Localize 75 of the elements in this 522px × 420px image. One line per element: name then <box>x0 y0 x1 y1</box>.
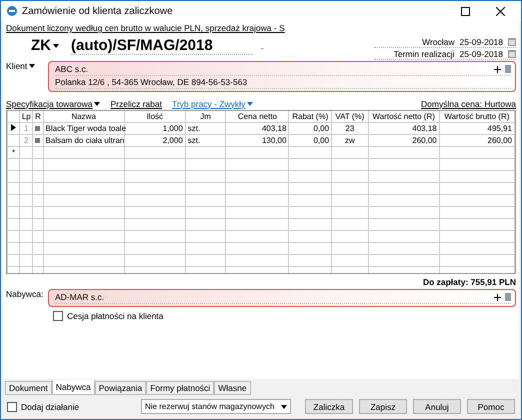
checkbox[interactable] <box>53 311 63 321</box>
document-type-dropdown[interactable]: ZK <box>31 37 59 54</box>
column-header[interactable]: R <box>32 111 44 122</box>
tab[interactable]: Własne <box>214 381 251 395</box>
default-price-link[interactable]: Domyślna cena: Hurtowa <box>421 98 516 108</box>
table-cell: 0,00 <box>288 134 332 146</box>
square-icon <box>35 126 40 131</box>
date-label: Termin realizacji <box>394 49 455 59</box>
table-cell: Balsam do ciała ultran <box>43 134 124 146</box>
column-header[interactable]: Rabat (%) <box>288 111 332 122</box>
separator-text: - <box>260 43 264 53</box>
recalculate-link[interactable]: Przelicz rabat <box>110 98 162 108</box>
new-row-marker: * <box>8 146 20 158</box>
caret-icon <box>94 102 100 106</box>
total-amount: Do zapłaty: 755,91 PLN <box>422 277 516 287</box>
table-cell: 260,00 <box>439 134 514 146</box>
action-button[interactable]: Zapisz <box>359 399 407 414</box>
table-cell: 130,00 <box>226 134 289 146</box>
table-cell: 403,18 <box>226 122 289 134</box>
table-cell: 2,000 <box>124 134 186 146</box>
client-address: Polanka 12/6 , 54-365 Wrocław, DE 894-56-53-563 <box>55 77 248 87</box>
tab[interactable]: Powiązania <box>94 381 146 395</box>
checkbox-label: Cesja płatności na klienta <box>67 311 164 321</box>
date-field[interactable]: 25-09-2018 <box>460 49 503 59</box>
buyer-dropdown[interactable]: Nabywca: <box>6 289 44 299</box>
column-header[interactable]: VAT (%) <box>332 111 368 122</box>
table-cell: 260,00 <box>368 134 440 146</box>
table-cell: 495,91 <box>439 122 514 134</box>
caret-icon <box>29 64 36 68</box>
reservation-dropdown[interactable]: Nie rezerwuj stanów magazynowych <box>141 399 291 414</box>
table-cell: 1 <box>20 122 33 134</box>
caret-icon <box>53 44 59 48</box>
document-info-link[interactable]: Dokument liczony według cen brutto w walucie PLN, sprzedaż krajowa - S <box>6 23 285 33</box>
action-button[interactable]: Pomoc <box>467 399 515 414</box>
table-cell: 23 <box>332 122 368 134</box>
date-field[interactable]: 25-09-2018 <box>460 37 503 47</box>
table-cell: 0,00 <box>288 122 332 134</box>
table-cell: 2 <box>20 134 33 146</box>
document-number: (auto)/SF/MAG/2018 <box>71 37 253 55</box>
tab[interactable]: Dokument <box>5 381 52 395</box>
caret-icon <box>281 404 287 408</box>
maximize-icon <box>460 6 470 16</box>
column-header[interactable]: Wartość brutto (R) <box>439 111 514 122</box>
column-header[interactable]: Ilość <box>124 111 186 122</box>
client-dropdown[interactable]: Klient <box>6 61 44 71</box>
close-icon <box>496 6 504 16</box>
checkbox[interactable] <box>7 402 17 412</box>
column-header[interactable]: Lp <box>20 111 33 122</box>
square-icon <box>35 138 40 143</box>
window-title: Zamówienie od klienta zaliczkowe <box>22 6 174 16</box>
client-name: ABC s.c. <box>55 64 90 74</box>
table-cell: 403,18 <box>368 122 440 134</box>
tab[interactable]: Formy płatności <box>146 381 214 395</box>
specification-link[interactable]: Specyfikacja towarowa <box>6 98 100 108</box>
date-label: Wrocław <box>422 37 455 47</box>
add-icon[interactable] <box>494 66 501 72</box>
table-cell: szt. <box>185 122 226 134</box>
action-button[interactable]: Zaliczka <box>305 399 353 414</box>
table-cell: szt. <box>185 134 226 146</box>
column-header[interactable]: Jm <box>185 111 226 122</box>
tab[interactable]: Nabywca <box>52 380 95 395</box>
mode-link[interactable]: Tryb pracy - Zwykły <box>172 98 254 108</box>
column-header[interactable]: Nazwa <box>43 111 124 122</box>
app-icon <box>7 6 17 16</box>
checkbox-label: Dodaj działanie <box>21 402 80 412</box>
column-header[interactable]: Cena netto <box>226 111 289 122</box>
column-header[interactable]: Wartość netto (R) <box>368 111 440 122</box>
add-icon[interactable] <box>494 294 501 300</box>
client-field[interactable]: ABC s.c. Polanka 12/6 , 54-365 Wrocław, DE 894-56-53-563 <box>48 61 516 92</box>
caret-icon <box>247 102 254 106</box>
buyer-name: AD-MAR s.c. <box>55 292 106 302</box>
buyer-field[interactable]: AD-MAR s.c. <box>48 289 516 307</box>
table-cell: Black Tiger woda toale <box>43 122 124 134</box>
action-button[interactable]: Anuluj <box>413 399 461 414</box>
table-cell: zw <box>332 134 368 146</box>
